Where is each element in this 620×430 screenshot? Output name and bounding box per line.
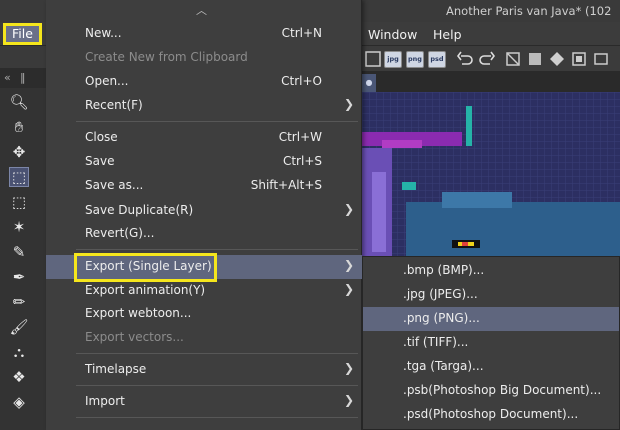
menu-item-label: Create New from Clipboard [85, 50, 248, 64]
submenu-item-tif[interactable]: .tif (TIFF)... [363, 331, 619, 355]
object-select-icon[interactable]: ⬚ [9, 167, 29, 187]
scale-icon[interactable] [570, 50, 588, 68]
collapse-icon[interactable]: « [4, 71, 11, 84]
export-highlight-box [74, 253, 217, 282]
menu-item-shortcut: Shift+Alt+S [250, 178, 322, 192]
undo-icon[interactable] [456, 50, 474, 68]
menu-item-new[interactable]: New... Ctrl+N [46, 22, 362, 46]
submenu-item-label: .tga (Targa)... [403, 359, 484, 373]
tool-panel: « ‖ 🔍︎ ✋︎ ✥ ⬚ ⬚ ✶ ✎ ✒︎ ✏︎ 🖌︎ ⛬ ❖ ◈ [0, 46, 46, 430]
zoom-icon[interactable]: 🔍︎ [9, 92, 29, 112]
brush-icon[interactable]: 🖌︎ [9, 317, 29, 337]
submenu-item-tga[interactable]: .tga (Targa)... [363, 355, 619, 379]
grip-icon[interactable]: ‖ [20, 71, 26, 84]
menu-item-shortcut: Ctrl+N [281, 26, 322, 40]
menu-item-label: Import [85, 394, 125, 408]
chevron-right-icon: ❯ [343, 258, 354, 272]
export-png-icon[interactable]: png [406, 51, 424, 68]
menu-item-import[interactable]: Import ❯ [46, 390, 362, 414]
magic-wand-icon[interactable]: ✶ [9, 217, 29, 237]
chevron-right-icon: ❯ [343, 282, 354, 296]
help-menu[interactable]: Help [433, 27, 462, 42]
menu-item-label: Export webtoon... [85, 306, 192, 320]
hand-icon[interactable]: ✋︎ [9, 117, 29, 137]
menu-separator [76, 249, 358, 250]
menu-item-revert[interactable]: Revert(G)... [46, 222, 362, 246]
menu-item-save[interactable]: Save Ctrl+S [46, 150, 362, 174]
menu-item-save-as[interactable]: Save as... Shift+Alt+S [46, 174, 362, 198]
menu-item-save-duplicate[interactable]: Save Duplicate(R) ❯ [46, 199, 362, 223]
chevron-right-icon: ❯ [343, 361, 354, 375]
menu-item-shortcut: Ctrl+W [278, 130, 322, 144]
tool-panel-header [0, 46, 46, 68]
window-menu[interactable]: Window [368, 27, 417, 42]
menu-item-shortcut: Ctrl+O [281, 74, 322, 88]
fill-icon[interactable] [526, 50, 544, 68]
submenu-item-label: .psd(Photoshop Document)... [403, 407, 579, 421]
menu-item-create-new-from-clipboard: Create New from Clipboard [46, 46, 362, 70]
menu-item-label: Open... [85, 74, 129, 88]
chevron-right-icon: ❯ [343, 202, 354, 216]
menu-item-shortcut: Ctrl+S [282, 154, 322, 168]
export-submenu: .bmp (BMP)... .jpg (JPEG)... .png (PNG).… [362, 256, 620, 430]
menu-item-label: Close [85, 130, 118, 144]
clear-icon[interactable] [504, 50, 522, 68]
save-icon[interactable] [364, 50, 382, 68]
export-psd-icon[interactable]: psd [428, 51, 446, 68]
menu-separator [76, 417, 358, 418]
frame-icon[interactable] [592, 50, 610, 68]
export-jpg-icon[interactable]: jpg [384, 51, 402, 68]
decoration-icon[interactable]: ❖ [9, 367, 29, 387]
file-dropdown-menu: ︿ New... Ctrl+N Create New from Clipboar… [46, 0, 362, 430]
menu-item-label: Save Duplicate(R) [85, 203, 194, 217]
chevron-right-icon: ❯ [343, 97, 354, 111]
menu-item-label: Save as... [85, 178, 144, 192]
menu-item-export-vectors: Export vectors... [46, 326, 362, 350]
submenu-item-label: .png (PNG)... [403, 311, 480, 325]
menu-separator [76, 121, 358, 122]
menu-item-timelapse[interactable]: Timelapse ❯ [46, 358, 362, 382]
menu-item-label: Timelapse [85, 362, 147, 376]
file-menu[interactable]: File [3, 23, 42, 45]
submenu-item-bmp[interactable]: .bmp (BMP)... [363, 259, 619, 283]
submenu-item-psd[interactable]: .psd(Photoshop Document)... [363, 403, 619, 427]
chevron-right-icon: ❯ [343, 393, 354, 407]
menu-item-label: Revert(G)... [85, 226, 155, 240]
pencil-icon[interactable]: ✏︎ [9, 292, 29, 312]
selection-icon[interactable]: ⬚ [9, 192, 29, 212]
menu-item-close[interactable]: Close Ctrl+W [46, 126, 362, 150]
eraser-icon[interactable]: ◈ [9, 392, 29, 412]
redo-icon[interactable] [478, 50, 496, 68]
menu-item-open[interactable]: Open... Ctrl+O [46, 70, 362, 94]
menu-item-label: Export animation(Y) [85, 283, 206, 297]
scroll-up-icon[interactable]: ︿ [196, 2, 207, 18]
submenu-item-psb[interactable]: .psb(Photoshop Big Document)... [363, 379, 619, 403]
submenu-item-label: .tif (TIFF)... [403, 335, 469, 349]
menu-separator [76, 385, 358, 386]
submenu-item-label: .psb(Photoshop Big Document)... [403, 383, 602, 397]
menu-item-label: Save [85, 154, 115, 168]
submenu-item-png[interactable]: .png (PNG)... [363, 307, 619, 331]
submenu-item-label: .jpg (JPEG)... [403, 287, 478, 301]
menu-item-label: New... [85, 26, 122, 40]
move-icon[interactable]: ✥ [9, 142, 29, 162]
menu-item-label: Recent(F) [85, 98, 143, 112]
menu-item-label: Export vectors... [85, 330, 184, 344]
toolbar: jpg png psd [362, 46, 620, 72]
menu-separator [76, 353, 358, 354]
submenu-item-jpg[interactable]: .jpg (JPEG)... [363, 283, 619, 307]
menu-item-recent[interactable]: Recent(F) ❯ [46, 94, 362, 118]
submenu-item-label: .bmp (BMP)... [403, 263, 485, 277]
pen-icon[interactable]: ✒︎ [9, 267, 29, 287]
menu-item-export-webtoon[interactable]: Export webtoon... [46, 302, 362, 326]
document-tab-strip: ● [362, 72, 620, 92]
menu-item-export-animation[interactable]: Export animation(Y) ❯ [46, 279, 362, 303]
eyedropper-icon[interactable]: ✎ [9, 242, 29, 262]
document-tab[interactable]: ● [362, 74, 376, 92]
transform-icon[interactable] [548, 50, 566, 68]
window-title: Another Paris van Java* (102 [446, 4, 612, 18]
tool-panel-tab: « ‖ [0, 68, 46, 88]
airbrush-icon[interactable]: ⛬ [9, 342, 29, 362]
